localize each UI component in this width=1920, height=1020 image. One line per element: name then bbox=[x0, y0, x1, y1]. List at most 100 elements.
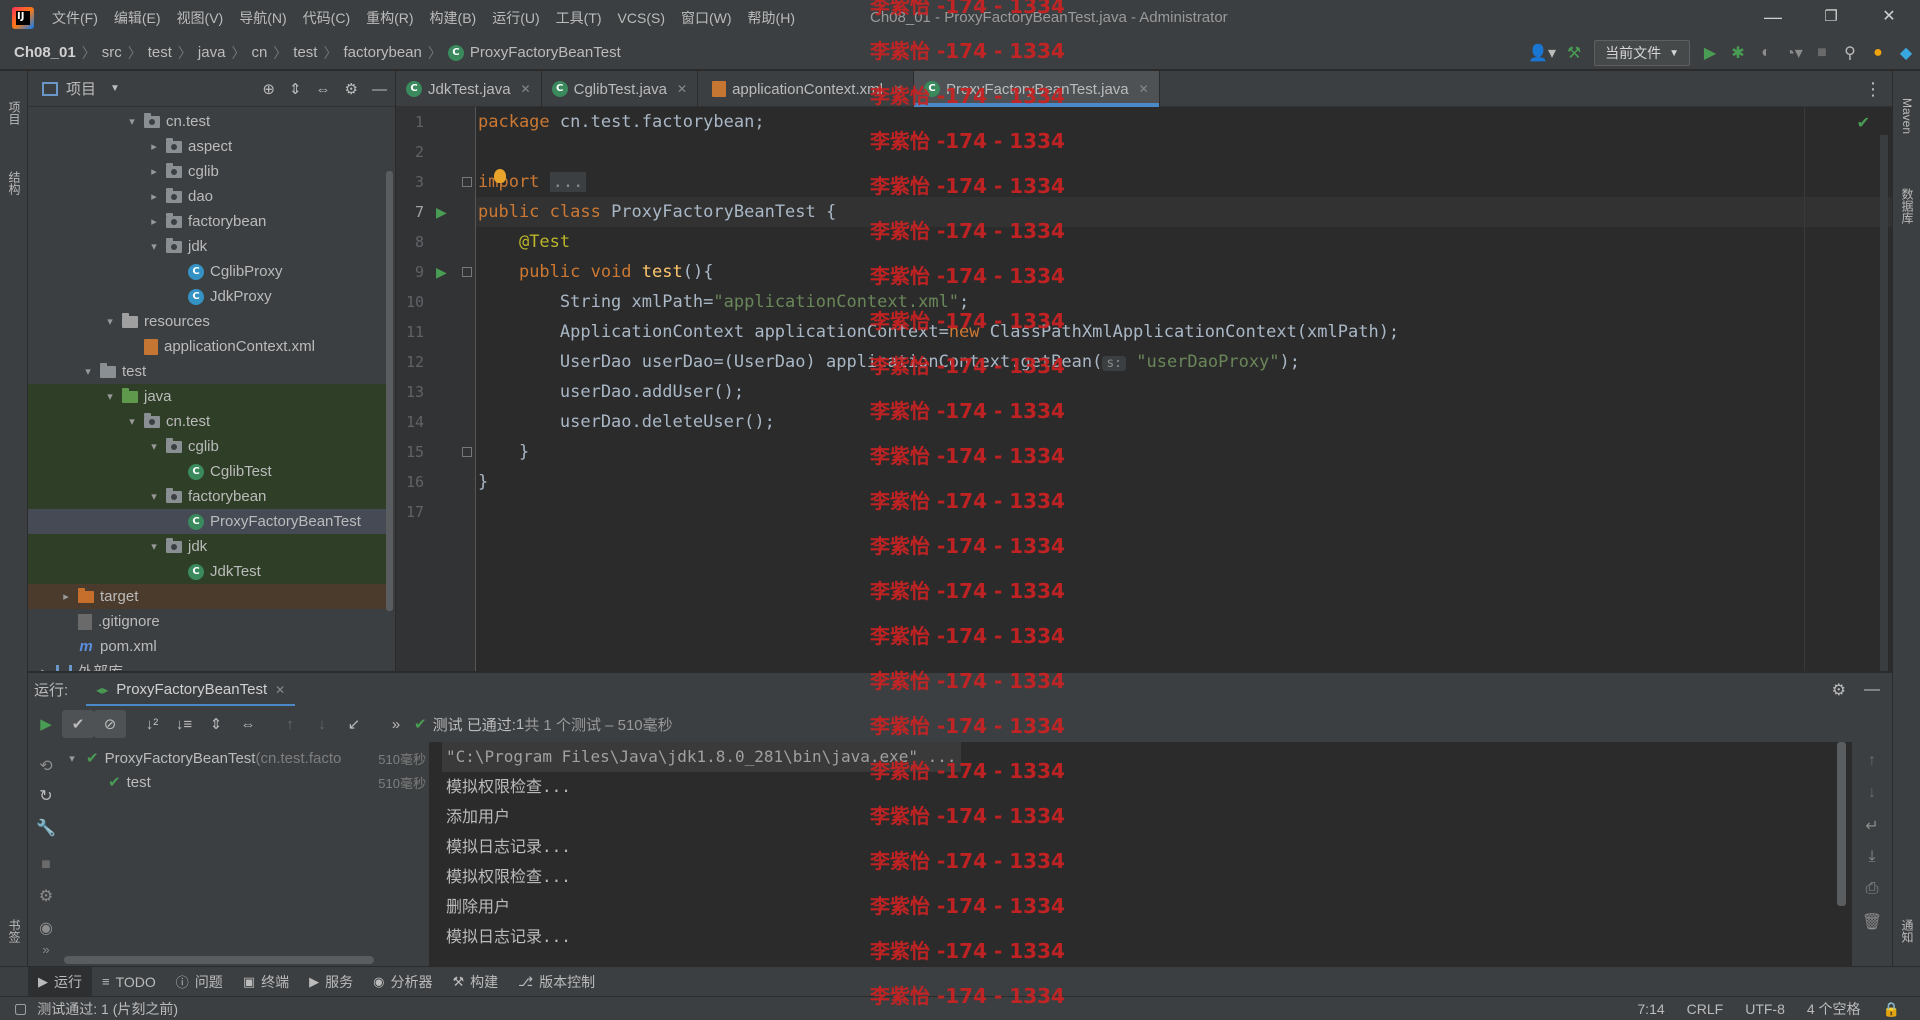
collapse-all-icon[interactable]: ⇔ bbox=[232, 710, 264, 738]
caret-position[interactable]: 7:14 bbox=[1637, 1001, 1664, 1017]
indent-setting[interactable]: 4 个空格 bbox=[1807, 999, 1861, 1019]
close-icon[interactable]: ✕ bbox=[1139, 82, 1149, 96]
close-window-button[interactable]: ✕ bbox=[1860, 0, 1918, 36]
chevron-down-icon[interactable]: ▾ bbox=[80, 365, 96, 378]
user-account-icon[interactable]: 👤▾ bbox=[1524, 36, 1560, 70]
run-test-gutter-icon[interactable]: ▶ bbox=[436, 204, 452, 220]
run-configuration-select[interactable]: 当前文件 ▼ bbox=[1594, 40, 1690, 66]
breadcrumb-item[interactable]: Ch08_01 bbox=[14, 43, 76, 63]
project-tree-item[interactable]: ▸ factorybean bbox=[28, 209, 392, 234]
update-icon[interactable]: ● bbox=[1864, 36, 1892, 70]
project-tree-item[interactable]: applicationContext.xml bbox=[28, 334, 392, 359]
project-tree-item[interactable]: C JdkProxy bbox=[28, 284, 392, 309]
bookmarks-tool-tab[interactable]: 书签 bbox=[0, 901, 28, 961]
menu-item[interactable]: 视图(V) bbox=[169, 0, 232, 36]
down-icon[interactable]: ↓ bbox=[1852, 784, 1892, 802]
chevron-down-icon[interactable]: ▾ bbox=[146, 490, 162, 503]
chevron-down-icon[interactable]: ▾ bbox=[146, 240, 162, 253]
up-icon[interactable]: ↑ bbox=[1852, 752, 1892, 770]
sort-by-duration-icon[interactable]: ↓≡ bbox=[168, 710, 200, 738]
breadcrumb-item[interactable]: factorybean bbox=[343, 43, 421, 63]
fold-marker-icon[interactable] bbox=[462, 447, 472, 457]
show-passed-icon[interactable]: ✔ bbox=[62, 710, 94, 738]
menu-item[interactable]: VCS(S) bbox=[610, 0, 673, 36]
more-actions-icon[interactable]: » bbox=[28, 942, 64, 957]
project-tree-scrollbar[interactable] bbox=[386, 171, 393, 611]
search-icon[interactable]: ⚲ bbox=[1836, 36, 1864, 70]
notifications-tool-tab[interactable]: 通知 bbox=[1893, 901, 1920, 961]
chevron-down-icon[interactable]: ▾ bbox=[124, 115, 140, 128]
project-tree-item[interactable]: ▸ dao bbox=[28, 184, 392, 209]
intention-bulb-icon[interactable] bbox=[494, 169, 506, 183]
project-tree-item[interactable]: ▾ jdk bbox=[28, 534, 392, 559]
project-tree-item[interactable]: ▾ cglib bbox=[28, 434, 392, 459]
toolwindow-services[interactable]: ▶ 服务 bbox=[299, 967, 363, 997]
project-tree-item[interactable]: ▸ cglib bbox=[28, 159, 392, 184]
run-icon[interactable]: ▶ bbox=[1696, 36, 1724, 70]
toolwindow-todo[interactable]: ≡ TODO bbox=[92, 967, 166, 997]
editor-tab[interactable]: C ProxyFactoryBeanTest.java ✕ bbox=[914, 71, 1160, 107]
database-tool-tab[interactable]: 数据库 bbox=[1893, 171, 1920, 241]
menu-item[interactable]: 导航(N) bbox=[231, 0, 294, 36]
project-tree-item[interactable]: C CglibProxy bbox=[28, 259, 392, 284]
coverage-icon[interactable]: ◐ bbox=[1752, 36, 1780, 70]
toolwindow-version-control[interactable]: ⎇ 版本控制 bbox=[508, 967, 605, 997]
code-editor[interactable]: 1 2 3 7 8 9 10 11 12 13 14 15 16 17 ▶ ▶ package cn.test… bbox=[396, 107, 1892, 671]
close-icon[interactable]: ✕ bbox=[677, 82, 687, 96]
more-tabs-icon[interactable]: ⋮ bbox=[1864, 71, 1882, 107]
toolwindow-run[interactable]: ▶ 运行 bbox=[28, 966, 92, 997]
breadcrumb-item[interactable]: cn bbox=[251, 43, 267, 63]
chevron-down-icon[interactable]: ▾ bbox=[146, 540, 162, 553]
chevron-right-icon[interactable]: ▸ bbox=[146, 165, 162, 178]
chevron-down-icon[interactable]: ▾ bbox=[102, 390, 118, 403]
stop-icon[interactable]: ■ bbox=[1808, 36, 1836, 70]
soft-wrap-icon[interactable]: ↵ bbox=[1852, 816, 1892, 836]
restore-button[interactable]: ❐ bbox=[1802, 0, 1860, 36]
line-separator[interactable]: CRLF bbox=[1687, 1001, 1724, 1017]
test-tree-hscrollbar[interactable] bbox=[64, 956, 374, 964]
chevron-right-icon[interactable]: ▸ bbox=[36, 665, 52, 671]
project-tree-item[interactable]: ▾ cn.test bbox=[28, 109, 392, 134]
project-tree-item[interactable]: ▾ cn.test bbox=[28, 409, 392, 434]
chevron-down-icon[interactable]: ▾ bbox=[146, 440, 162, 453]
fold-marker-icon[interactable] bbox=[462, 267, 472, 277]
chevron-right-icon[interactable]: ▸ bbox=[146, 140, 162, 153]
menu-item[interactable]: 构建(B) bbox=[422, 0, 485, 36]
profile-icon[interactable]: ◔▾ bbox=[1780, 36, 1808, 70]
project-tree-item[interactable]: C JdkTest bbox=[28, 559, 392, 584]
chevron-down-icon[interactable]: ▾ bbox=[64, 752, 80, 765]
show-ignored-icon[interactable]: ⊘ bbox=[94, 710, 126, 738]
chevron-right-icon[interactable]: ▸ bbox=[146, 190, 162, 203]
project-tree-item[interactable]: C CglibTest bbox=[28, 459, 392, 484]
folded-imports[interactable]: ... bbox=[549, 172, 587, 192]
gear-icon[interactable]: ⚙ bbox=[1832, 680, 1846, 700]
chevron-right-icon[interactable]: ▸ bbox=[58, 590, 74, 603]
project-tree-item[interactable]: C ProxyFactoryBeanTest bbox=[28, 509, 392, 534]
code-area[interactable]: package cn.test.factorybean; import ... pu… bbox=[476, 107, 1892, 671]
next-failed-icon[interactable]: ↓ bbox=[306, 710, 338, 738]
project-tree-item[interactable]: ▸ target bbox=[28, 584, 392, 609]
gear-icon[interactable]: ⚙ bbox=[345, 80, 358, 98]
project-tool-tab[interactable]: 项目 bbox=[0, 83, 28, 143]
chevron-right-icon[interactable]: ▸ bbox=[146, 215, 162, 228]
test-result-item[interactable]: ▾ ✔ ProxyFactoryBeanTest (cn.test.facto 510… bbox=[64, 746, 430, 770]
expand-all-icon[interactable]: ⇕ bbox=[200, 710, 232, 738]
collapse-all-icon[interactable]: ⇔ bbox=[316, 81, 331, 98]
chevron-down-icon[interactable]: ▼ bbox=[110, 83, 120, 94]
breadcrumb-item[interactable]: test bbox=[148, 43, 172, 63]
fold-marker-icon[interactable] bbox=[462, 177, 472, 187]
breadcrumb-item[interactable]: src bbox=[102, 43, 122, 63]
run-test-gutter-icon[interactable]: ▶ bbox=[436, 264, 452, 280]
project-tree-item[interactable]: m pom.xml bbox=[28, 634, 392, 659]
menu-item[interactable]: 文件(F) bbox=[44, 0, 106, 36]
project-tree-item[interactable]: .gitignore bbox=[28, 609, 392, 634]
camera-icon[interactable]: ◉ bbox=[28, 918, 64, 938]
minimize-button[interactable]: — bbox=[1744, 0, 1802, 36]
project-tree-item[interactable]: ▾ java bbox=[28, 384, 392, 409]
close-icon[interactable]: ✕ bbox=[275, 683, 285, 697]
menu-item[interactable]: 运行(U) bbox=[484, 0, 547, 36]
run-tab[interactable]: ◂▸ ProxyFactoryBeanTest ✕ bbox=[86, 673, 296, 707]
project-tree-item[interactable]: ▾ test bbox=[28, 359, 392, 384]
stop-icon[interactable]: ■ bbox=[28, 856, 64, 874]
maven-tool-tab[interactable]: Maven bbox=[1893, 81, 1920, 151]
